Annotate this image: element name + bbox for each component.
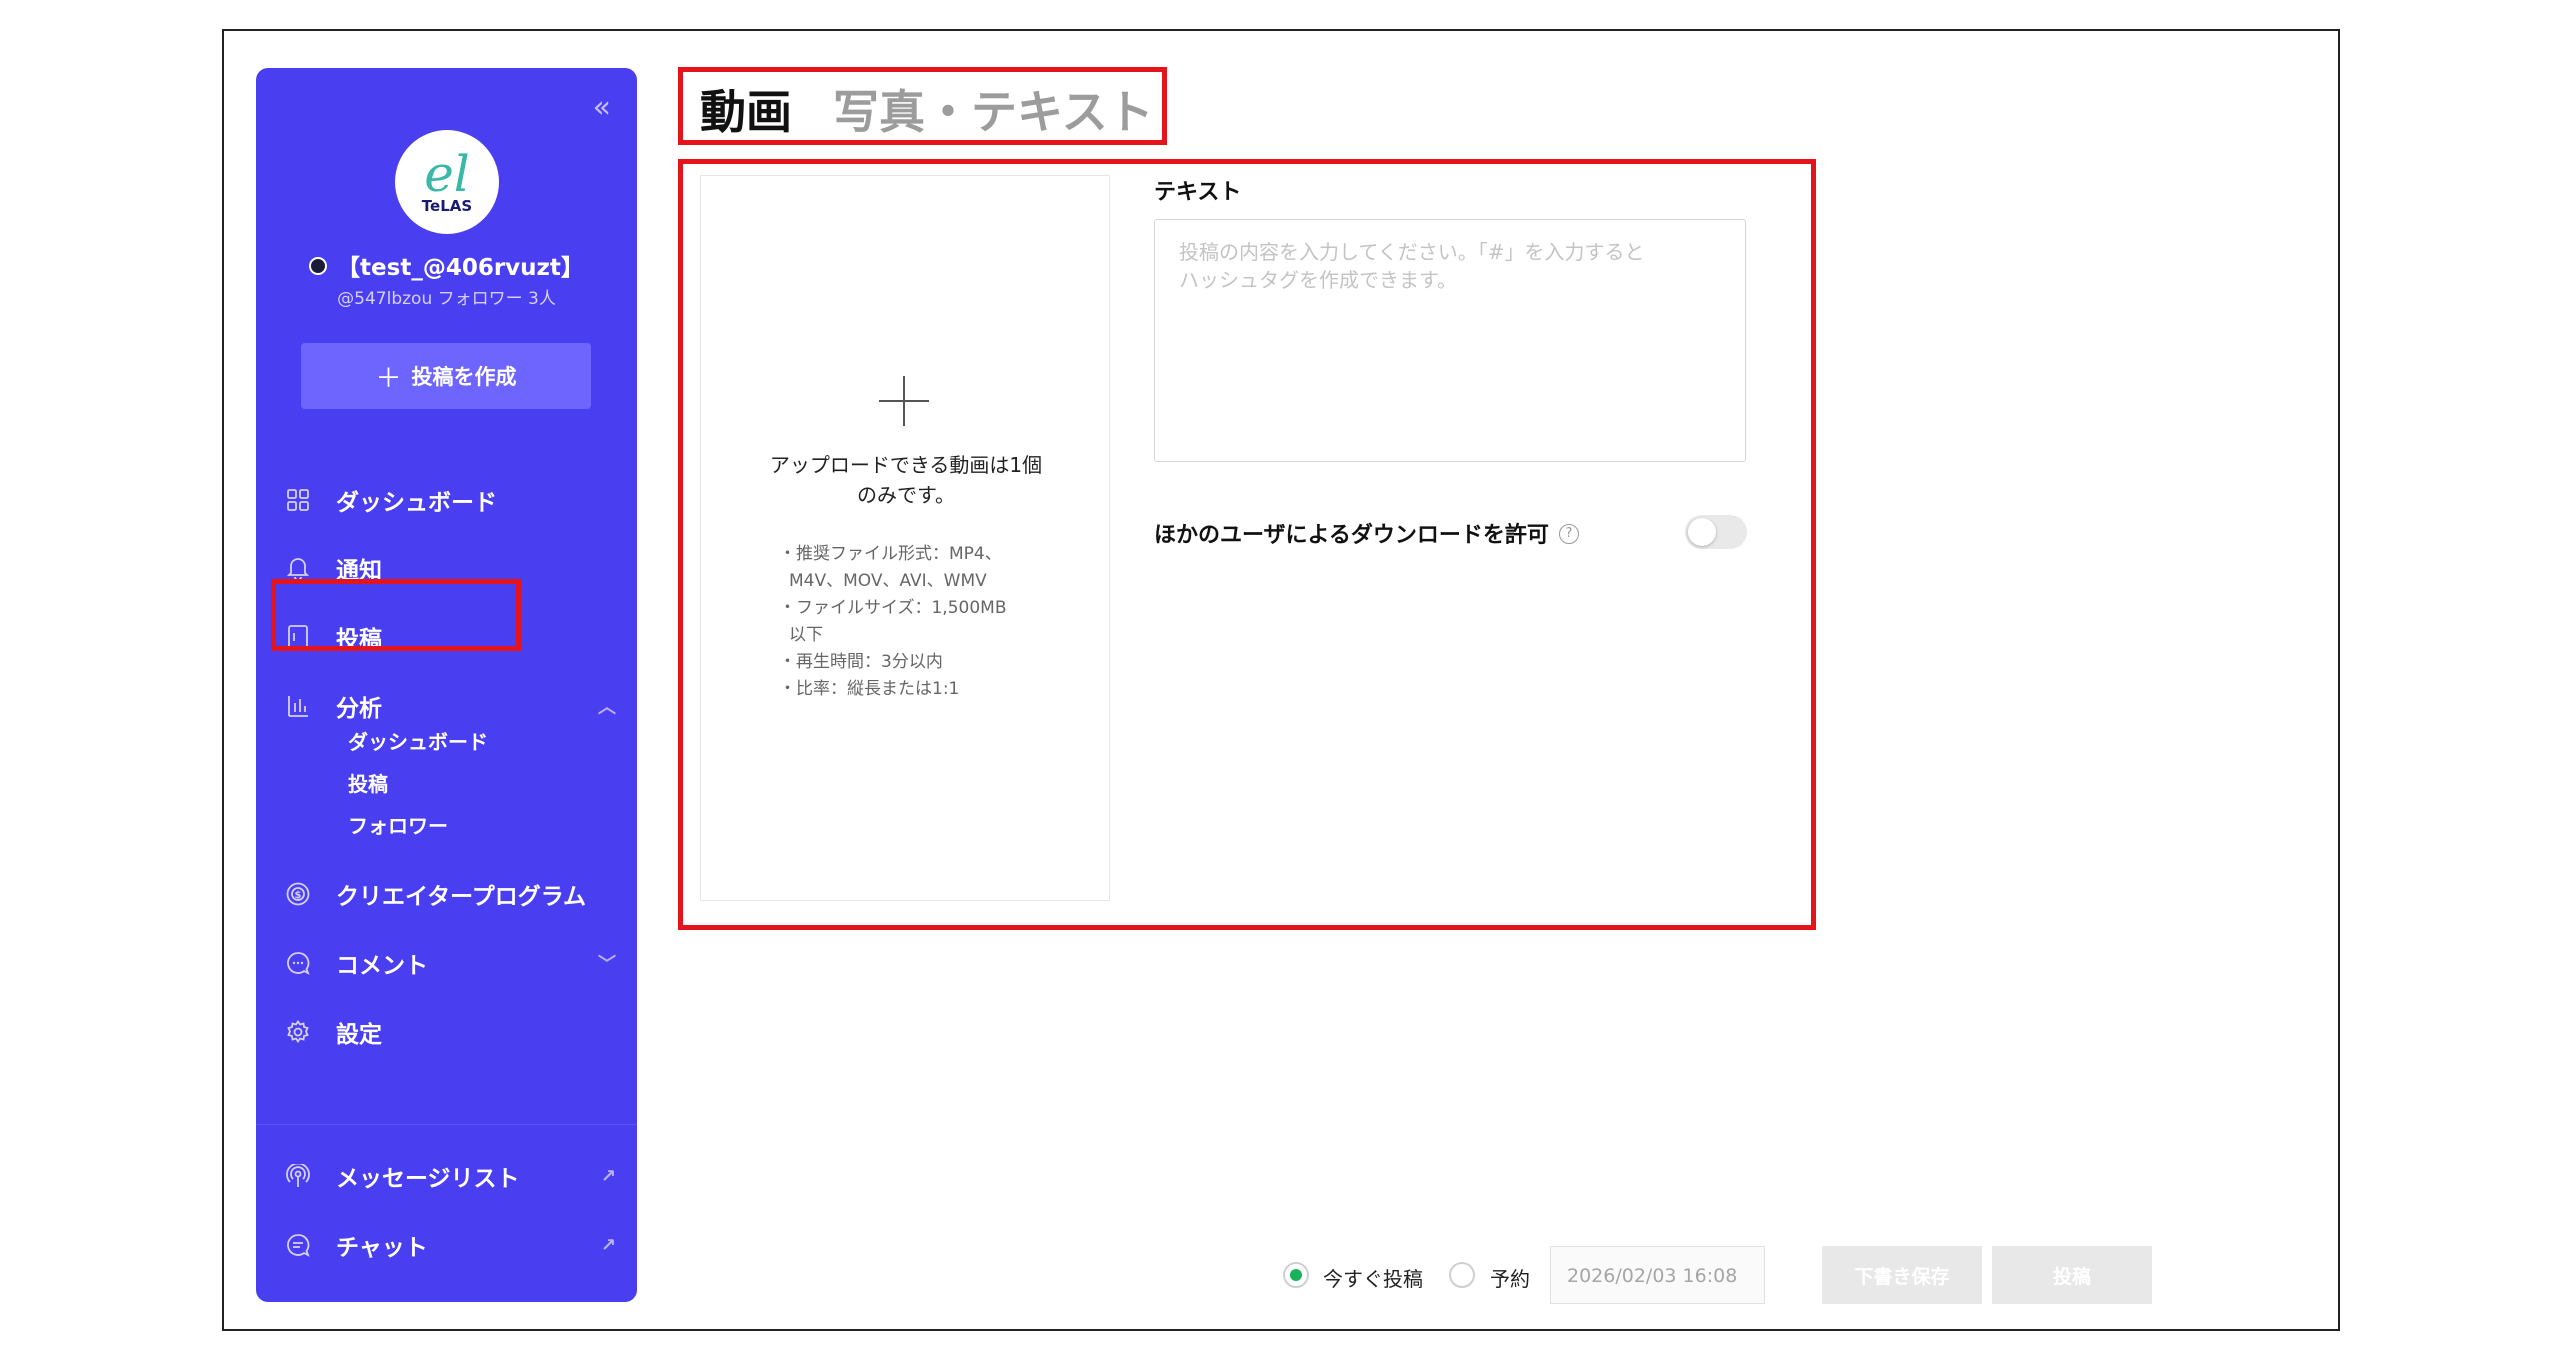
sidebar-subitem-analytics-posts[interactable]: 投稿 — [348, 768, 388, 797]
sidebar-item-label: 分析 — [336, 696, 382, 722]
create-post-button[interactable]: ＋ 投稿を作成 — [301, 343, 591, 409]
schedule-label[interactable]: 予約 — [1490, 1263, 1530, 1292]
profile-name-row: 【test_@406rvuzt】 — [256, 248, 637, 282]
profile-handle-followers: @547lbzou フォロワー 3人 — [337, 289, 556, 309]
avatar-logo-text: TeLAS — [421, 197, 473, 215]
avatar-logo-mark: el — [424, 145, 470, 203]
comment-icon — [286, 951, 310, 975]
sidebar-item-label: コメント — [336, 953, 428, 979]
highlight-box-posts-nav — [271, 579, 521, 651]
bar-chart-icon — [286, 694, 310, 718]
sidebar-subitem-analytics-followers[interactable]: フォロワー — [348, 810, 448, 839]
create-post-label: 投稿を作成 — [411, 365, 517, 389]
chat-icon — [286, 1233, 310, 1257]
sidebar-item-chat[interactable]: チャット ↗ — [286, 1225, 616, 1265]
collapse-sidebar-icon[interactable]: « — [593, 90, 611, 125]
sidebar-item-label: チャット — [336, 1235, 428, 1261]
bell-icon — [286, 556, 310, 580]
chevron-up-icon[interactable]: ︿ — [598, 693, 616, 719]
avatar[interactable]: el TeLAS — [395, 130, 499, 234]
plus-icon: ＋ — [375, 363, 402, 394]
sidebar-item-label: ダッシュボード — [336, 490, 497, 516]
sidebar-divider — [256, 1124, 637, 1125]
svg-text:$: $ — [295, 890, 302, 901]
post-now-label[interactable]: 今すぐ投稿 — [1323, 1263, 1423, 1292]
sidebar-item-message-list[interactable]: メッセージリスト ↗ — [286, 1156, 616, 1196]
chevron-down-icon[interactable]: ﹀ — [598, 950, 616, 976]
external-link-icon: ↗ — [600, 1234, 616, 1256]
schedule-radio[interactable] — [1449, 1262, 1475, 1288]
sidebar-item-dashboard[interactable]: ダッシュボード — [286, 480, 616, 520]
post-now-radio[interactable] — [1283, 1262, 1309, 1288]
grid-icon — [286, 488, 310, 512]
profile-name: 【test_@406rvuzt】 — [337, 255, 584, 281]
gear-icon — [286, 1020, 310, 1044]
verified-badge-icon — [309, 256, 328, 275]
sidebar-item-label: クリエイタープログラム — [336, 884, 587, 910]
schedule-datetime-field[interactable]: 2026/02/03 16:08 — [1550, 1246, 1765, 1304]
save-draft-button[interactable]: 下書き保存 — [1822, 1246, 1982, 1304]
sidebar-item-analytics[interactable]: 分析 ︿ — [286, 686, 616, 726]
sidebar-item-creator-program[interactable]: $ クリエイタープログラム — [286, 874, 616, 914]
sidebar-subitem-analytics-dashboard[interactable]: ダッシュボード — [348, 726, 488, 755]
sidebar-item-comments[interactable]: コメント ﹀ — [286, 943, 616, 983]
coin-icon: $ — [286, 882, 310, 906]
sidebar-item-settings[interactable]: 設定 — [286, 1012, 616, 1052]
highlight-box-tabs — [678, 67, 1167, 145]
highlight-box-form — [678, 159, 1816, 930]
post-button[interactable]: 投稿 — [1992, 1246, 2152, 1304]
sidebar: « el TeLAS 【test_@406rvuzt】 @547lbzou フォ… — [256, 68, 637, 1302]
sidebar-item-label: 設定 — [336, 1022, 382, 1048]
sidebar-item-label: メッセージリスト — [336, 1166, 520, 1192]
external-link-icon: ↗ — [600, 1165, 616, 1187]
broadcast-icon — [286, 1164, 310, 1188]
